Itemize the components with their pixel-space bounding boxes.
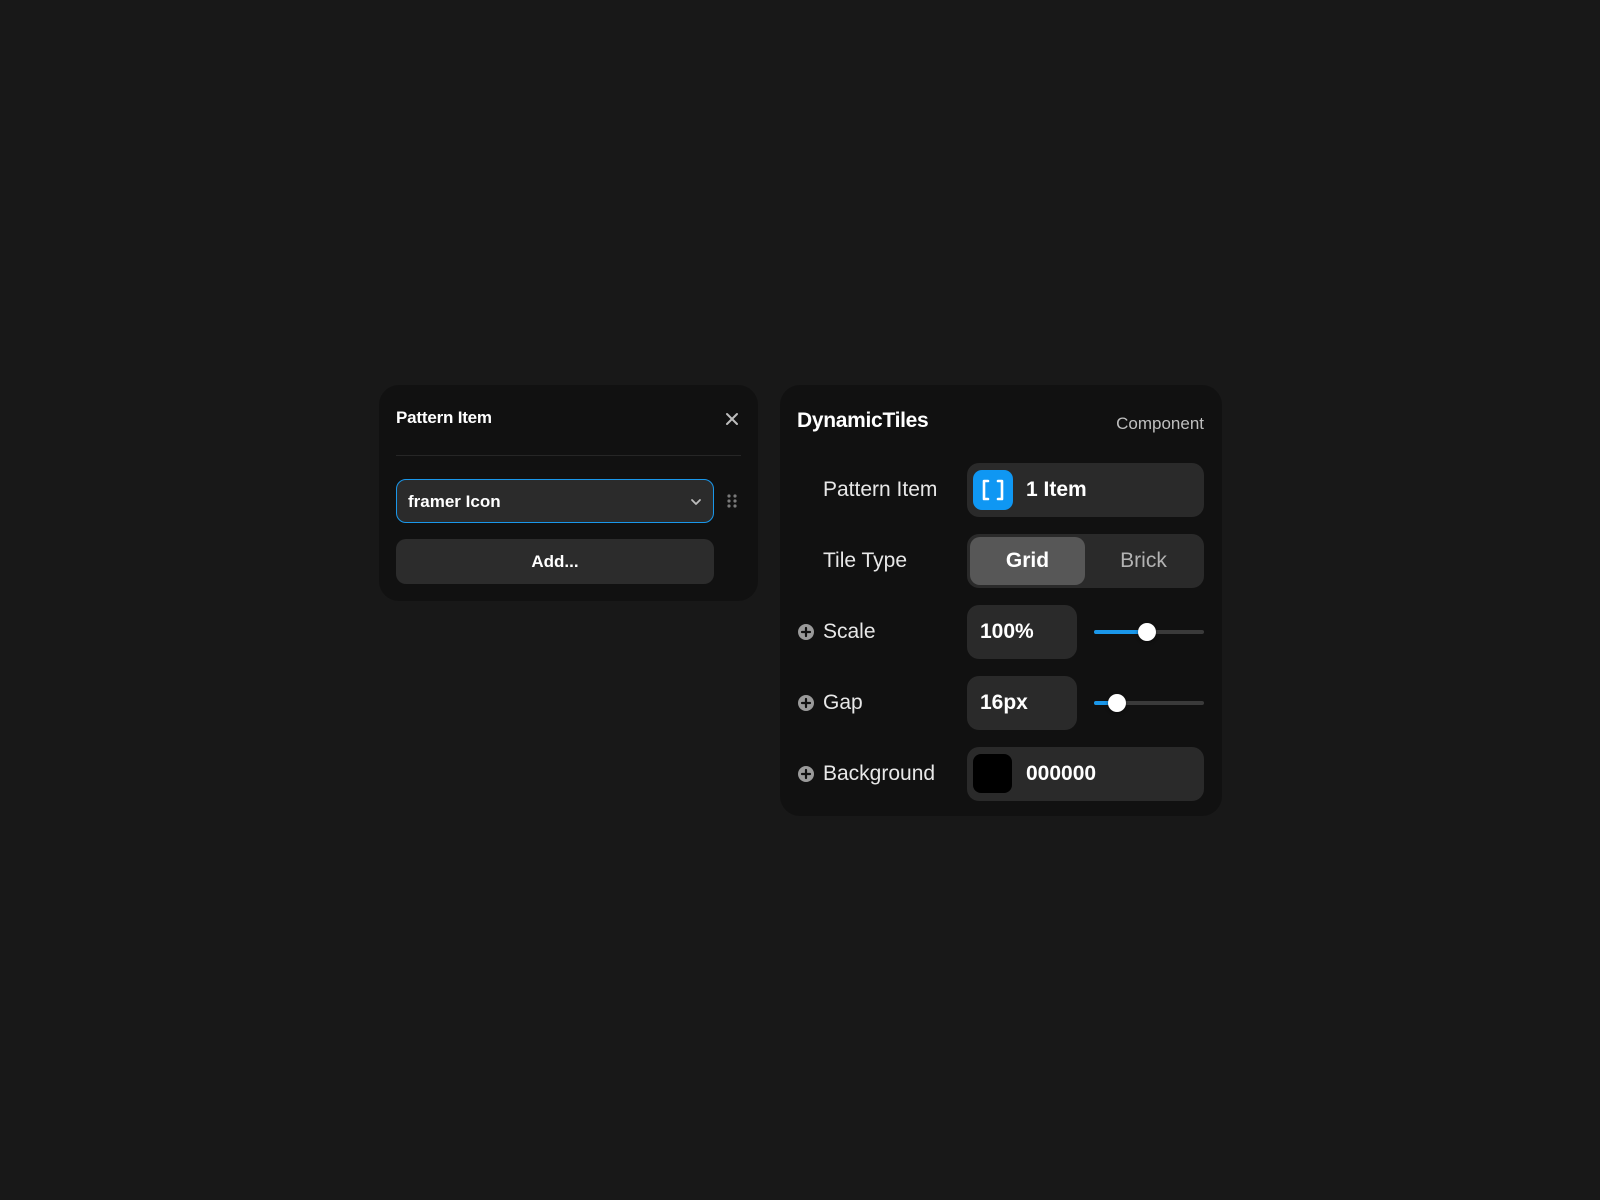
gap-label: Gap — [823, 691, 863, 714]
plus-circle-icon[interactable] — [797, 765, 815, 783]
gap-slider[interactable] — [1094, 694, 1204, 712]
chevron-down-icon — [689, 495, 703, 509]
scale-label: Scale — [823, 620, 876, 643]
panel-subtitle: Component — [1116, 414, 1204, 433]
plus-circle-icon[interactable] — [797, 623, 815, 641]
panel-title: DynamicTiles — [797, 409, 929, 432]
pattern-item-value: 1 Item — [1026, 478, 1087, 501]
pattern-item-field[interactable]: 1 Item — [967, 463, 1204, 517]
pattern-item-label: Pattern Item — [823, 478, 938, 501]
select-value: framer Icon — [408, 492, 501, 511]
dynamic-tiles-properties-panel: DynamicTiles Component Pattern Item 1 It… — [780, 385, 1222, 816]
popover-title: Pattern Item — [396, 408, 492, 427]
tile-type-option-grid[interactable]: Grid — [970, 537, 1085, 585]
scale-row: Scale 100% — [780, 605, 1222, 659]
scale-value: 100% — [980, 620, 1034, 643]
plus-circle-icon[interactable] — [797, 694, 815, 712]
scale-slider-thumb[interactable] — [1137, 623, 1156, 641]
close-icon[interactable] — [723, 410, 741, 428]
scale-input[interactable]: 100% — [967, 605, 1077, 659]
tile-type-segmented-control: Grid Brick — [967, 534, 1204, 588]
gap-slider-thumb[interactable] — [1108, 694, 1127, 712]
array-brackets-icon — [973, 470, 1013, 510]
gap-value: 16px — [980, 691, 1028, 714]
gap-row: Gap 16px — [780, 676, 1222, 730]
background-label: Background — [823, 762, 936, 785]
background-row: Background 000000 — [780, 747, 1222, 801]
popover-header: Pattern Item — [396, 385, 741, 456]
scale-slider[interactable] — [1094, 623, 1204, 641]
pattern-item-popover: Pattern Item framer Icon Add... — [379, 385, 758, 601]
tile-type-option-brick[interactable]: Brick — [1086, 537, 1201, 585]
color-swatch[interactable] — [973, 754, 1012, 793]
pattern-item-row: Pattern Item 1 Item — [780, 463, 1222, 517]
pattern-item-select[interactable]: framer Icon — [396, 479, 714, 523]
tile-type-label: Tile Type — [823, 549, 908, 572]
gap-input[interactable]: 16px — [967, 676, 1077, 730]
tile-type-row: Tile Type Grid Brick — [780, 534, 1222, 588]
background-color-field[interactable]: 000000 — [967, 747, 1204, 801]
background-hex-value: 000000 — [1026, 762, 1097, 785]
drag-handle-icon[interactable] — [725, 493, 739, 509]
add-button[interactable]: Add... — [396, 539, 714, 584]
